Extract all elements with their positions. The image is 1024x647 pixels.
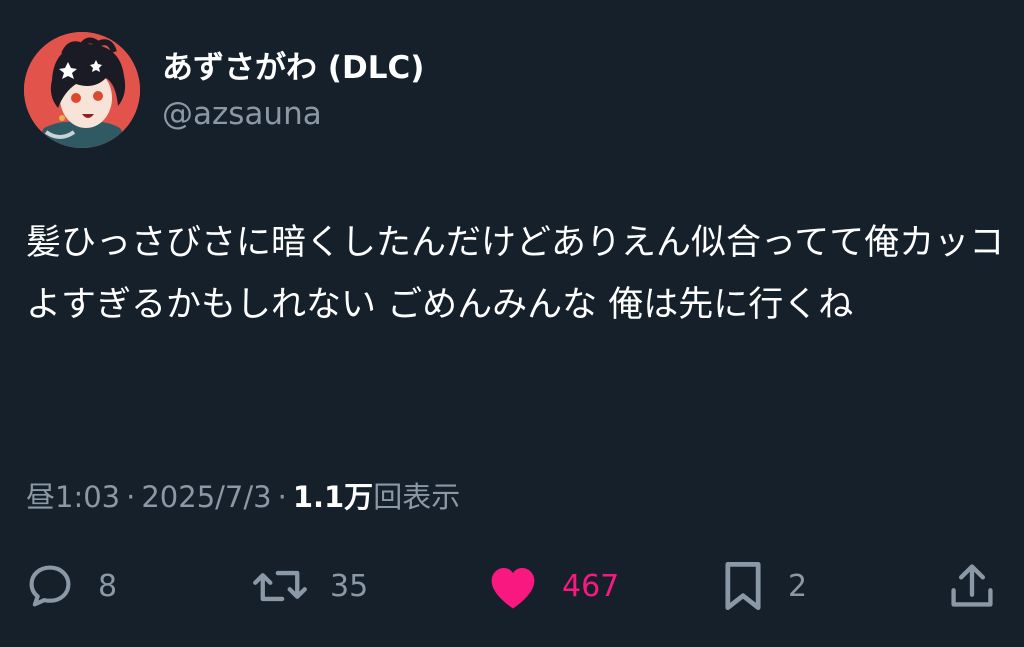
meta-separator: · [277, 480, 287, 514]
tweet-time[interactable]: 昼1:03 [26, 480, 120, 514]
author-handle[interactable]: @azsauna [162, 92, 322, 136]
share-button[interactable] [946, 556, 998, 616]
bookmark-icon [725, 561, 761, 611]
views-label: 回表示 [373, 480, 461, 514]
tweet-meta: 昼1:03 · 2025/7/3 · 1.1万回表示 [26, 472, 460, 522]
tweet-text: 髪ひっさびさに暗くしたんだけどありえん似合ってて俺カッコよすぎるかもしれない ご… [26, 223, 1005, 325]
heart-icon [491, 568, 535, 609]
meta-separator: · [126, 480, 136, 514]
like-button[interactable]: 467 [486, 556, 619, 616]
tweet-date[interactable]: 2025/7/3 [141, 480, 271, 514]
retweet-button[interactable]: 35 [252, 556, 368, 616]
bookmark-count: 2 [788, 568, 808, 604]
reply-button[interactable]: 8 [24, 556, 117, 616]
avatar-illustration [24, 32, 140, 148]
retweet-arrows-icon [253, 570, 307, 602]
author-display-name[interactable]: あずさがわ (DLC) [162, 44, 424, 92]
avatar[interactable] [24, 32, 140, 148]
bookmark-button[interactable]: 2 [720, 556, 807, 616]
speech-bubble-icon [29, 565, 71, 607]
like-count: 467 [562, 568, 620, 604]
reply-count: 8 [98, 568, 118, 604]
retweet-count: 35 [330, 568, 369, 604]
views-count[interactable]: 1.1万 [293, 480, 373, 514]
action-bar: 8 35 467 2 [0, 556, 1024, 616]
share-upload-icon [951, 564, 993, 607]
